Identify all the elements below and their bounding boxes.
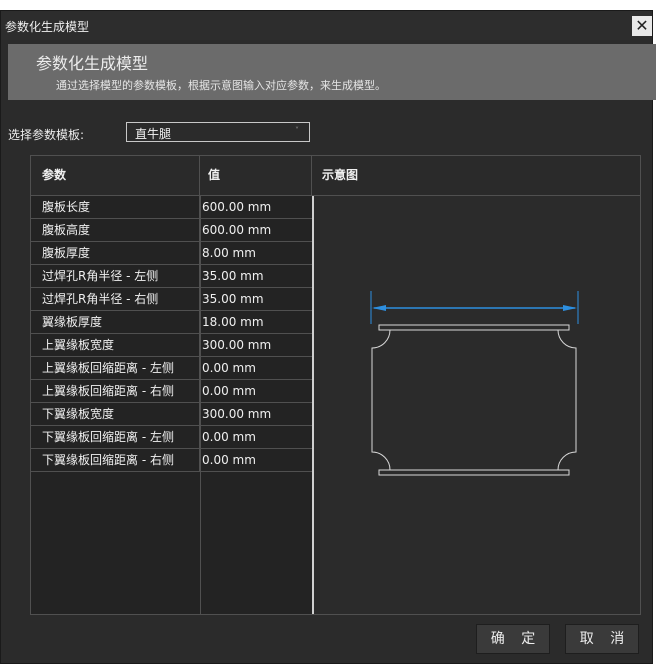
param-value-cell[interactable]: 0.00 mm <box>200 357 312 379</box>
template-select[interactable]: 直牛腿 ˅ <box>126 122 310 142</box>
param-value-cell[interactable]: 600.00 mm <box>200 196 312 218</box>
web-plate <box>371 329 577 471</box>
dimension-arrow <box>370 291 579 324</box>
template-label: 选择参数模板: <box>8 128 85 142</box>
param-name: 上翼缘板宽度 <box>31 334 200 356</box>
confirm-button[interactable]: 确 定 <box>476 624 550 654</box>
table-row[interactable]: 下翼缘板回缩距离 - 左侧 0.00 mm <box>31 426 312 449</box>
bracket-schematic <box>370 291 579 476</box>
schematic-panel <box>312 196 640 614</box>
param-name: 下翼缘板宽度 <box>31 403 200 425</box>
param-value-cell[interactable]: 0.00 mm <box>200 380 312 402</box>
header-banner: 参数化生成模型 通过选择模型的参数模板，根据示意图输入对应参数，来生成模型。 <box>8 44 656 100</box>
param-value-cell[interactable]: 35.00 mm <box>200 265 312 287</box>
table-row[interactable]: 腹板高度 600.00 mm <box>31 219 312 242</box>
column-header-param: 参数 <box>31 156 200 195</box>
table-row[interactable]: 翼缘板厚度 18.00 mm <box>31 311 312 334</box>
param-name: 过焊孔R角半径 - 左侧 <box>31 265 200 287</box>
table-row[interactable]: 上翼缘板回缩距离 - 左侧 0.00 mm <box>31 357 312 380</box>
window-title: 参数化生成模型 <box>5 20 90 34</box>
param-value-cell[interactable]: 0.00 mm <box>200 426 312 448</box>
chevron-down-icon: ˅ <box>295 126 299 135</box>
table-row[interactable]: 下翼缘板宽度 300.00 mm <box>31 403 312 426</box>
param-name: 过焊孔R角半径 - 右侧 <box>31 288 200 310</box>
template-select-value: 直牛腿 <box>135 127 172 141</box>
param-name: 腹板高度 <box>31 219 200 241</box>
column-header-diagram: 示意图 <box>322 168 359 182</box>
bottom-flange <box>378 469 570 476</box>
param-name: 翼缘板厚度 <box>31 311 200 333</box>
param-value-cell[interactable]: 300.00 mm <box>200 334 312 356</box>
param-value-cell[interactable]: 18.00 mm <box>200 311 312 333</box>
table-row[interactable]: 上翼缘板宽度 300.00 mm <box>31 334 312 357</box>
top-flange <box>378 324 570 331</box>
table-row[interactable]: 上翼缘板回缩距离 - 右侧 0.00 mm <box>31 380 312 403</box>
param-value-cell[interactable]: 0.00 mm <box>200 449 312 471</box>
parameter-list: 腹板长度 600.00 mm 腹板高度 600.00 mm 腹板厚度 8.00 … <box>31 196 312 614</box>
header-title: 参数化生成模型 <box>36 54 149 73</box>
column-header-value: 值 <box>200 156 312 195</box>
param-name: 下翼缘板回缩距离 - 左侧 <box>31 426 200 448</box>
table-row[interactable]: 腹板厚度 8.00 mm <box>31 242 312 265</box>
close-icon[interactable]: ✕ <box>632 16 652 36</box>
header-subtitle: 通过选择模型的参数模板，根据示意图输入对应参数，来生成模型。 <box>56 79 386 92</box>
param-value-cell[interactable]: 35.00 mm <box>200 288 312 310</box>
param-name: 腹板长度 <box>31 196 200 218</box>
param-name: 腹板厚度 <box>31 242 200 264</box>
param-value-cell[interactable]: 8.00 mm <box>200 242 312 264</box>
cancel-button[interactable]: 取 消 <box>565 624 639 654</box>
param-value-cell[interactable]: 300.00 mm <box>200 403 312 425</box>
param-name: 下翼缘板回缩距离 - 右侧 <box>31 449 200 471</box>
table-row[interactable]: 过焊孔R角半径 - 左侧 35.00 mm <box>31 265 312 288</box>
param-name: 上翼缘板回缩距离 - 右侧 <box>31 380 200 402</box>
table-row[interactable]: 过焊孔R角半径 - 右侧 35.00 mm <box>31 288 312 311</box>
table-row[interactable]: 腹板长度 600.00 mm <box>31 196 312 219</box>
table-row[interactable]: 下翼缘板回缩距离 - 右侧 0.00 mm <box>31 449 312 472</box>
parameter-grid: 参数 值 示意图 腹板长度 600.00 mm 腹板高度 600.00 mm 腹… <box>30 155 641 615</box>
title-bar[interactable]: 参数化生成模型 ✕ <box>1 11 652 40</box>
param-name: 上翼缘板回缩距离 - 左侧 <box>31 357 200 379</box>
param-value-cell[interactable]: 600.00 mm <box>200 219 312 241</box>
